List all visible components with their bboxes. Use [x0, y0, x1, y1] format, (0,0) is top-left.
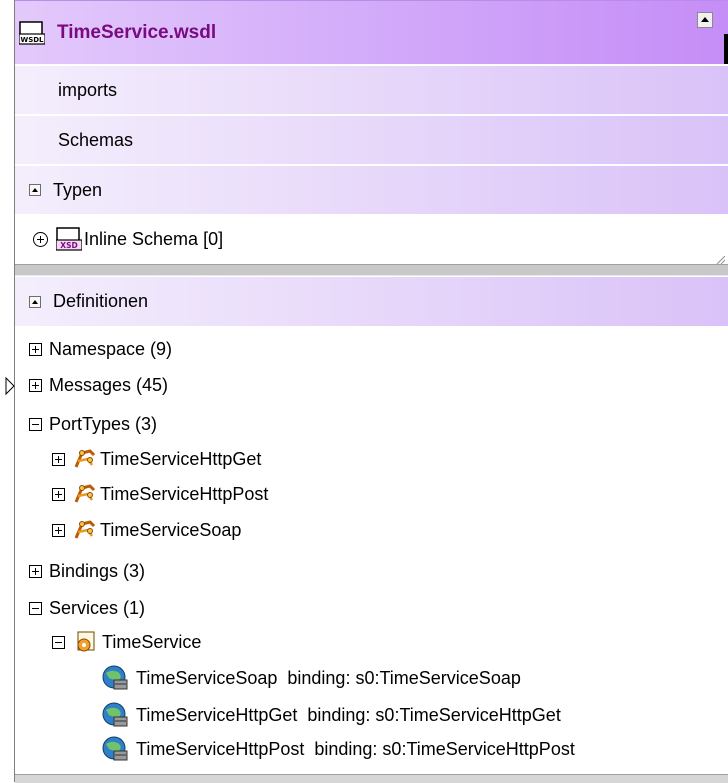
scrollbar[interactable]	[724, 34, 728, 64]
namespace-label: Namespace (9)	[49, 338, 173, 359]
tree-node-bindings[interactable]: Bindings (3)	[29, 557, 145, 585]
porttype-label: TimeServiceHttpPost	[100, 483, 269, 504]
expand-icon[interactable]	[52, 523, 65, 537]
porttype-icon	[74, 449, 96, 468]
inline-schema-label: Inline Schema [0]	[84, 228, 224, 249]
porttype-item[interactable]: TimeServiceSoap	[52, 516, 241, 544]
inline-schema-row[interactable]: XSD Inline Schema [0]	[15, 214, 728, 264]
porttype-item[interactable]: TimeServiceHttpGet	[52, 445, 261, 473]
collapse-icon[interactable]	[52, 635, 65, 649]
wsdl-file-icon: WSDL	[19, 20, 45, 45]
typen-label: Typen	[53, 179, 103, 200]
tree-node-services[interactable]: Services (1)	[29, 594, 145, 622]
expand-icon[interactable]	[29, 378, 42, 392]
expand-icon[interactable]	[52, 487, 65, 501]
port-globe-icon	[102, 702, 128, 727]
port-item[interactable]: TimeServiceSoap binding: s0:TimeServiceS…	[100, 664, 521, 692]
definitionen-collapse-button[interactable]	[29, 295, 41, 308]
tree-node-messages[interactable]: Messages (45)	[29, 371, 168, 399]
tree-node-namespace[interactable]: Namespace (9)	[29, 335, 172, 363]
port-globe-icon	[102, 665, 128, 690]
expand-icon[interactable]	[52, 452, 65, 466]
schemas-row[interactable]: Schemas	[15, 115, 728, 164]
port-globe-icon	[102, 736, 128, 761]
porttype-icon	[74, 520, 96, 539]
definitionen-label: Definitionen	[53, 291, 149, 311]
typen-section-header[interactable]: Typen	[15, 165, 728, 214]
port-label: TimeServiceHttpPost binding: s0:TimeServ…	[136, 738, 575, 759]
window-title: TimeService.wsdl	[57, 21, 217, 43]
expand-icon[interactable]	[29, 342, 42, 356]
xsd-file-icon: XSD	[56, 227, 82, 251]
porttype-label: TimeServiceSoap	[100, 519, 242, 540]
port-item[interactable]: TimeServiceHttpPost binding: s0:TimeServ…	[100, 735, 575, 763]
scroll-up-button[interactable]	[697, 12, 713, 28]
svg-text:WSDL: WSDL	[20, 36, 44, 44]
schemas-label: Schemas	[58, 129, 134, 150]
messages-label: Messages (45)	[49, 374, 169, 395]
imports-row[interactable]: imports	[15, 65, 728, 114]
collapse-icon[interactable]	[29, 601, 42, 615]
port-label: TimeServiceHttpGet binding: s0:TimeServi…	[136, 704, 561, 725]
typen-collapse-button[interactable]	[29, 184, 41, 196]
services-label: Services (1)	[49, 597, 146, 618]
porttype-label: TimeServiceHttpGet	[100, 448, 262, 469]
pane-splitter[interactable]	[15, 264, 728, 276]
expand-icon[interactable]	[29, 564, 42, 578]
port-label: TimeServiceSoap binding: s0:TimeServiceS…	[136, 667, 521, 688]
service-label: TimeService	[102, 631, 202, 652]
definitionen-section-header[interactable]: Definitionen	[15, 277, 728, 326]
resize-grip-icon[interactable]	[713, 256, 725, 264]
porttype-item[interactable]: TimeServiceHttpPost	[52, 480, 268, 508]
svg-text:XSD: XSD	[60, 241, 77, 250]
title-bar: WSDL TimeService.wsdl	[15, 0, 728, 64]
service-icon	[77, 631, 95, 652]
porttype-icon	[74, 484, 96, 503]
drag-pointer-icon	[5, 376, 15, 396]
imports-label: imports	[58, 79, 118, 100]
service-item[interactable]: TimeService	[52, 628, 201, 656]
tree-node-porttypes[interactable]: PortTypes (3)	[29, 410, 157, 438]
collapse-icon[interactable]	[29, 417, 42, 431]
port-item[interactable]: TimeServiceHttpGet binding: s0:TimeServi…	[100, 701, 561, 729]
expand-inline-schema-icon[interactable]	[33, 231, 48, 247]
porttypes-label: PortTypes (3)	[49, 413, 158, 434]
bindings-label: Bindings (3)	[49, 560, 146, 581]
